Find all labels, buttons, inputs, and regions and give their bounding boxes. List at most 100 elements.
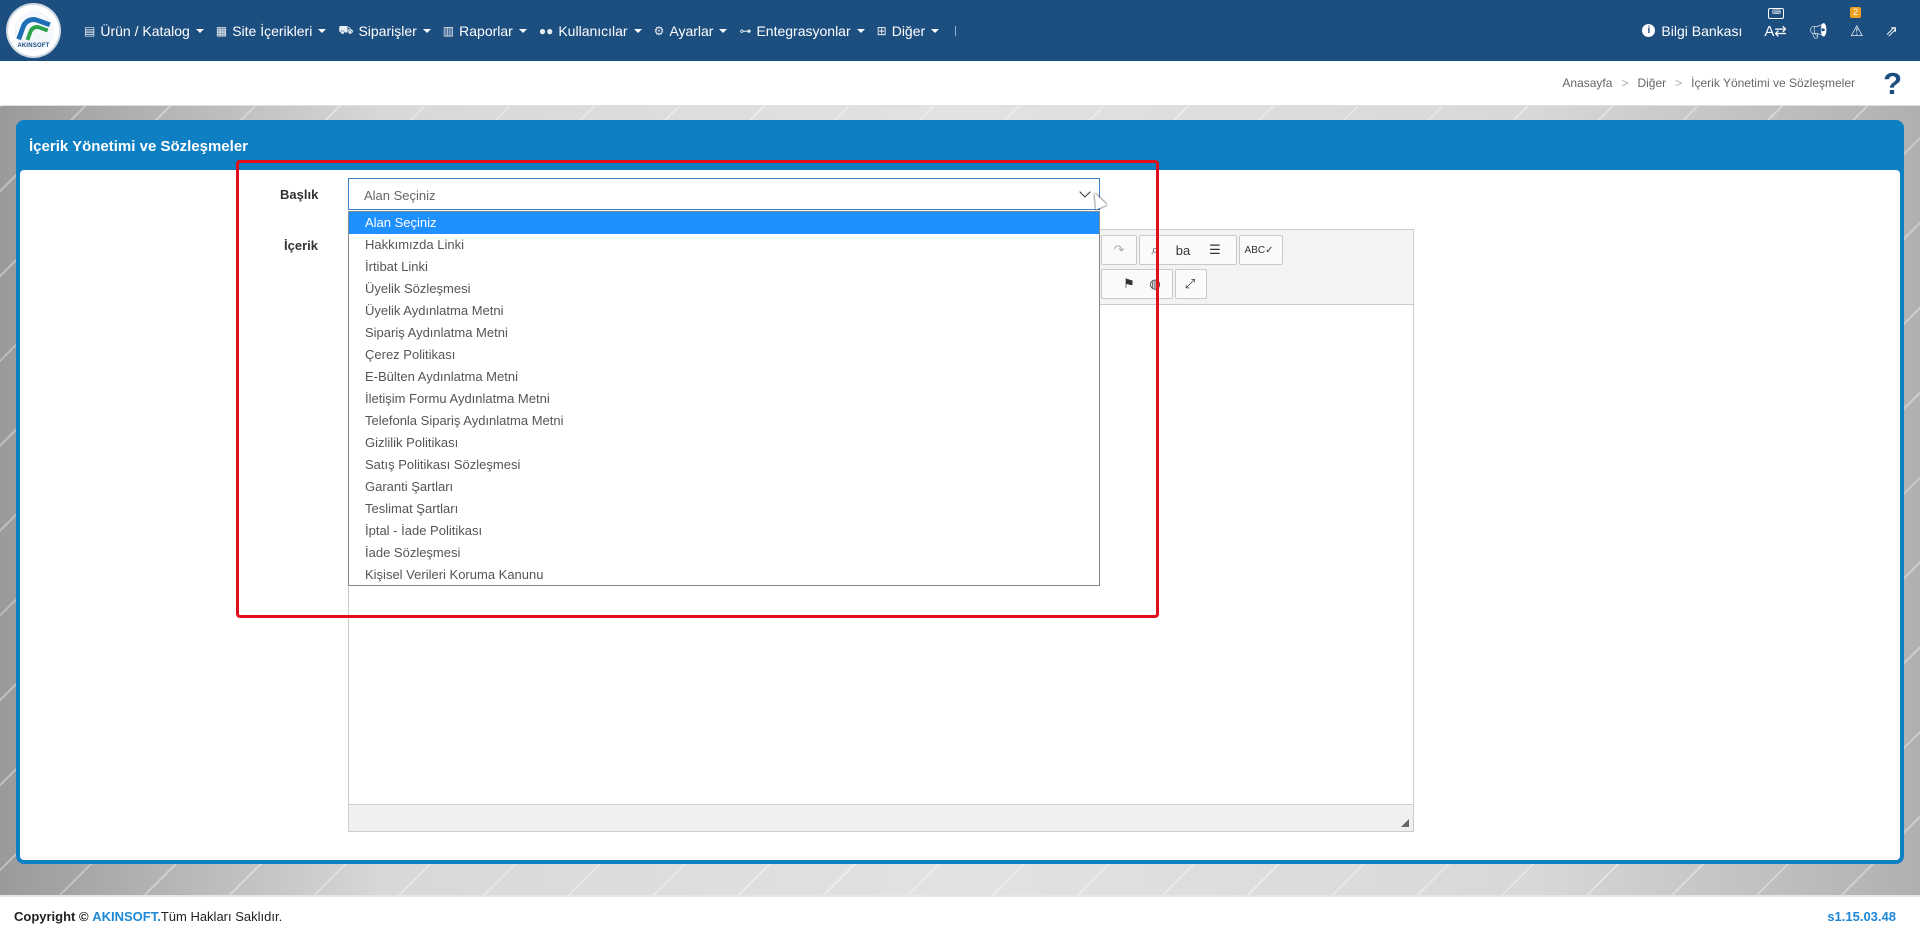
menu-siparisler[interactable]: ⛟ Siparişler xyxy=(338,22,431,39)
nav-right-tools: i Bilgi Bankası ⌨ A⇄ 📢︎ 2 ⚠ ⇗ xyxy=(1642,0,1920,61)
megaphone-icon: 📢︎ xyxy=(1808,22,1828,40)
menu-label: Kullanıcılar xyxy=(558,22,628,39)
dropdown-option[interactable]: İptal - İade Politikası xyxy=(349,520,1099,542)
baslik-label: Başlık xyxy=(280,187,319,202)
menu-urun-katalog[interactable]: ▤ Ürün / Katalog xyxy=(84,23,204,39)
report-icon: ▥ xyxy=(442,23,455,38)
menu-label: Raporlar xyxy=(459,22,513,39)
main-menu: ▤ Ürün / Katalog ▦ Site İçerikleri ⛟ Sip… xyxy=(84,0,957,61)
caret-down-icon xyxy=(518,28,527,33)
warnings-button[interactable]: 2 ⚠ xyxy=(1849,6,1864,40)
menu-label: Entegrasyonlar xyxy=(756,22,851,39)
dropdown-option[interactable]: İrtibat Linki xyxy=(349,256,1099,278)
copyright-text: Copyright © AKINSOFT.Tüm Hakları Saklıdı… xyxy=(14,909,282,924)
dropdown-option[interactable]: Hakkımızda Linki xyxy=(349,234,1099,256)
menu-label: Diğer xyxy=(891,22,926,39)
toolbar-group-misc: ⚑ ◍ xyxy=(1101,269,1173,299)
keyboard-icon: ⌨ xyxy=(1768,7,1785,19)
baslik-select[interactable]: Alan Seçiniz xyxy=(348,178,1100,210)
info-icon: i xyxy=(1642,24,1656,37)
users-icon: ●● xyxy=(538,23,554,38)
breadcrumb-home[interactable]: Anasayfa xyxy=(1562,76,1612,90)
caret-down-icon xyxy=(318,28,327,33)
boxes-icon: ▤ xyxy=(84,23,96,38)
dropdown-option[interactable]: Alan Seçiniz xyxy=(349,212,1099,234)
spellcheck-icon[interactable]: ABC✓ xyxy=(1245,237,1274,263)
icerik-label: İçerik xyxy=(284,238,318,253)
keyboard-shortcuts-button[interactable]: ⌨ A⇄ xyxy=(1764,7,1787,40)
caret-down-icon xyxy=(195,28,204,33)
resize-handle-icon[interactable] xyxy=(1401,819,1409,827)
version-label: s1.15.03.48 xyxy=(1827,909,1896,924)
globe-icon[interactable]: ◍ xyxy=(1142,271,1168,297)
dropdown-option[interactable]: Çerez Politikası xyxy=(349,344,1099,366)
menu-site-icerikleri[interactable]: ▦ Site İçerikleri xyxy=(215,22,327,39)
logo-text: AKINSOFT xyxy=(17,43,50,49)
toolbar-group-spellcheck: ABC✓ xyxy=(1239,235,1283,265)
announcements-button[interactable]: 📢︎ xyxy=(1809,22,1828,40)
anchor-flag-icon[interactable]: ⚑ xyxy=(1116,271,1142,297)
editor-statusbar xyxy=(349,804,1413,831)
bilgi-bankasi-link[interactable]: i Bilgi Bankası xyxy=(1642,23,1742,39)
dropdown-option[interactable]: İletişim Formu Aydınlatma Metni xyxy=(349,388,1099,410)
akinsoft-logo[interactable]: AKINSOFT xyxy=(8,5,59,56)
menu-ayarlar[interactable]: ⚙ Ayarlar xyxy=(654,23,728,39)
menu-label: Site İçerikleri xyxy=(232,22,313,39)
breadcrumb-separator: > xyxy=(1621,76,1629,90)
caret-down-icon xyxy=(856,28,865,33)
bilgi-bankasi-label: Bilgi Bankası xyxy=(1661,22,1743,39)
dropdown-option[interactable]: E-Bülten Aydınlatma Metni xyxy=(349,366,1099,388)
warning-count-badge: 2 xyxy=(1849,6,1861,18)
dropdown-option[interactable]: Satış Politikası Sözleşmesi xyxy=(349,454,1099,476)
page-title: İçerik Yönetimi ve Sözleşmeler xyxy=(29,138,249,155)
selected-value: Alan Seçiniz xyxy=(364,188,436,203)
menu-label: Ayarlar xyxy=(669,22,714,39)
menu-divider xyxy=(955,25,957,36)
dropdown-option[interactable]: Üyelik Aydınlatma Metni xyxy=(349,300,1099,322)
breadcrumb-diger[interactable]: Diğer xyxy=(1637,76,1666,90)
dropdown-option[interactable]: Sipariş Aydınlatma Metni xyxy=(349,322,1099,344)
redo-icon[interactable]: ↷ xyxy=(1106,237,1132,263)
caret-down-icon xyxy=(719,28,728,33)
document-icon: ▦ xyxy=(215,23,228,38)
breadcrumb: Anasayfa > Diğer > İçerik Yönetimi ve Sö… xyxy=(1562,76,1855,90)
menu-raporlar[interactable]: ▥ Raporlar xyxy=(443,23,527,39)
help-icon[interactable]: ? xyxy=(1883,66,1902,102)
baslik-dropdown-list: Alan Seçiniz Hakkımızda Linki İrtibat Link… xyxy=(348,211,1100,586)
menu-entegrasyonlar[interactable]: ⊶ Entegrasyonlar xyxy=(739,22,865,39)
menu-label: Siparişler xyxy=(358,22,417,39)
dropdown-option[interactable]: Üyelik Sözleşmesi xyxy=(349,278,1099,300)
toolbar-group-view: ⤢ xyxy=(1175,269,1207,299)
maximize-icon[interactable]: ⤢ xyxy=(1177,271,1203,297)
menu-label: Ürün / Katalog xyxy=(100,22,190,39)
find-icon[interactable]: ⌕ xyxy=(1142,237,1168,263)
dropdown-option[interactable]: İade Sözleşmesi xyxy=(349,542,1099,564)
toolbar-group-search: ⌕ ba ☰ xyxy=(1139,235,1237,265)
dropdown-option[interactable]: Telefonla Sipariş Aydınlatma Metni xyxy=(349,410,1099,432)
select-all-icon[interactable]: ☰ xyxy=(1202,237,1228,263)
dropdown-option[interactable]: Gizlilik Politikası xyxy=(349,432,1099,454)
top-navbar: AKINSOFT ▤ Ürün / Katalog ▦ Site İçerikl… xyxy=(0,0,1920,61)
grid-icon: ⊞ xyxy=(876,23,887,38)
copyright-label: Copyright © xyxy=(14,909,89,924)
menu-diger[interactable]: ⊞ Diğer xyxy=(877,23,940,39)
network-icon: ⊶ xyxy=(739,23,752,38)
caret-down-icon xyxy=(931,28,940,33)
page-footer: Copyright © AKINSOFT.Tüm Hakları Saklıdı… xyxy=(0,897,1920,937)
breadcrumb-separator: > xyxy=(1675,76,1683,90)
rights-text: Tüm Hakları Saklıdır. xyxy=(160,909,283,924)
brand-link[interactable]: AKINSOFT. xyxy=(92,909,161,924)
language-icon: A⇄ xyxy=(1764,22,1787,40)
truck-icon: ⛟ xyxy=(338,22,354,37)
dropdown-option[interactable]: Garanti Şartları xyxy=(349,476,1099,498)
warning-icon: ⚠ xyxy=(1849,22,1864,40)
menu-kullanicilar[interactable]: ●● Kullanıcılar xyxy=(539,23,642,39)
external-link-button[interactable]: ⇗ xyxy=(1885,22,1898,40)
caret-down-icon xyxy=(633,28,642,33)
replace-icon[interactable]: ba xyxy=(1170,237,1196,263)
dropdown-option[interactable]: Teslimat Şartları xyxy=(349,498,1099,520)
dropdown-option[interactable]: Kişisel Verileri Koruma Kanunu xyxy=(349,564,1099,586)
external-link-icon: ⇗ xyxy=(1885,22,1898,40)
caret-down-icon xyxy=(422,28,431,33)
breadcrumb-current: İçerik Yönetimi ve Sözleşmeler xyxy=(1691,76,1855,90)
